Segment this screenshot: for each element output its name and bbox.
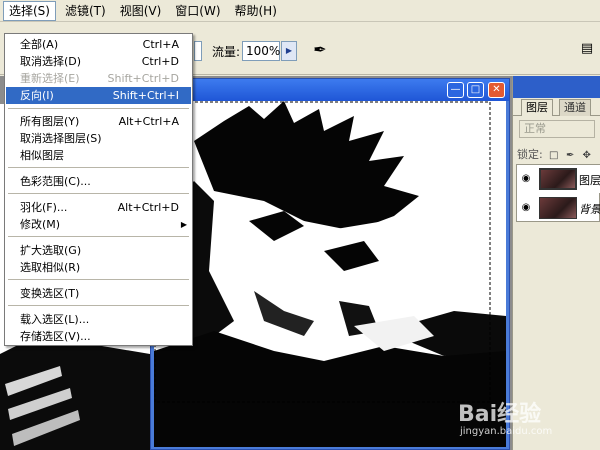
flow-dropdown-arrow-icon[interactable]: ▶	[281, 41, 297, 61]
lock-move-icon[interactable]: ✥	[581, 150, 592, 161]
select-menu-dropdown: 全部(A) Ctrl+A 取消选择(D) Ctrl+D 重新选择(E) Shift+C…	[4, 33, 193, 346]
image-canvas[interactable]	[154, 101, 506, 447]
menu-item-deselect[interactable]: 取消选择(D) Ctrl+D	[6, 53, 191, 70]
layers-list: ◉ 图层 ◉ 背景	[516, 164, 600, 222]
lock-transparency-icon[interactable]: □	[548, 150, 559, 161]
menu-window[interactable]: 窗口(W)	[170, 1, 225, 21]
document-title-bar[interactable]: — □ ✕	[151, 79, 509, 101]
lock-row: 锁定: □ ✒ ✥	[517, 146, 592, 162]
eye-icon[interactable]: ◉	[520, 173, 532, 185]
watermark: Bai经验 jingyan.baidu.com	[458, 396, 598, 446]
submenu-arrow-icon: ▶	[180, 220, 187, 229]
layer-name: 图层	[579, 174, 600, 187]
blend-mode-select[interactable]: 正常	[519, 120, 595, 138]
lock-label: 锁定:	[517, 148, 543, 161]
panel-tabs: 图层 通道	[513, 98, 600, 116]
menu-item-reselect: 重新选择(E) Shift+Ctrl+D	[20, 72, 179, 85]
menu-separator	[8, 167, 189, 168]
opacity-field[interactable]	[194, 41, 202, 61]
menu-separator	[8, 108, 189, 109]
menu-item-similar[interactable]: 选取相似(R)	[6, 259, 191, 276]
layer-row[interactable]: ◉ 图层	[517, 165, 600, 193]
flow-input[interactable]: 100%	[242, 41, 280, 61]
menu-bar: 选择(S) 滤镜(T) 视图(V) 窗口(W) 帮助(H)	[0, 0, 600, 22]
menu-item-similar-layers[interactable]: 相似图层	[6, 147, 191, 164]
menu-filter[interactable]: 滤镜(T)	[60, 1, 111, 21]
flow-label: 流量:	[212, 45, 241, 59]
menu-view[interactable]: 视图(V)	[115, 1, 167, 21]
watermark-url: jingyan.baidu.com	[460, 426, 553, 437]
menu-item-grow[interactable]: 扩大选取(G)	[6, 242, 191, 259]
minimize-icon[interactable]: —	[447, 82, 464, 98]
menu-item-transform-selection[interactable]: 变换选区(T)	[6, 285, 191, 302]
document-window: — □ ✕	[150, 78, 510, 450]
tab-channels[interactable]: 通道	[559, 99, 591, 116]
menu-separator	[8, 305, 189, 306]
menu-separator	[8, 279, 189, 280]
menu-item-inverse[interactable]: 反向(I) Shift+Ctrl+I	[6, 87, 191, 104]
menu-select[interactable]: 选择(S)	[3, 0, 56, 21]
menu-item-save-selection[interactable]: 存储选区(V)...	[6, 328, 191, 345]
layer-thumbnail	[539, 197, 577, 219]
watermark-brand: Bai经验	[458, 402, 542, 427]
airbrush-icon[interactable]: ✒	[307, 37, 333, 63]
layer-row[interactable]: ◉ 背景	[517, 194, 600, 222]
eye-icon[interactable]: ◉	[520, 202, 532, 214]
layer-thumbnail	[539, 168, 577, 190]
menu-item-load-selection[interactable]: 载入选区(L)...	[6, 311, 191, 328]
layer-name: 背景	[579, 203, 600, 216]
layers-panel: 图层 通道 正常 锁定: □ ✒ ✥ ◉ 图层 ◉ 背景	[512, 76, 600, 450]
menu-item-deselect-layers[interactable]: 取消选择图层(S)	[6, 130, 191, 147]
menu-item-color-range[interactable]: 色彩范围(C)...	[6, 173, 191, 190]
palette-well-icon[interactable]: ▤	[578, 39, 596, 59]
close-icon[interactable]: ✕	[488, 82, 505, 98]
menu-help[interactable]: 帮助(H)	[230, 1, 282, 21]
maximize-icon[interactable]: □	[467, 82, 484, 98]
menu-item-all-layers[interactable]: 所有图层(Y) Alt+Ctrl+A	[6, 113, 191, 130]
menu-item-modify[interactable]: 修改(M) ▶	[6, 216, 191, 233]
menu-item-select-all[interactable]: 全部(A) Ctrl+A	[6, 36, 191, 53]
panel-title-bar[interactable]	[513, 76, 600, 98]
lock-brush-icon[interactable]: ✒	[565, 150, 576, 161]
menu-separator	[8, 236, 189, 237]
menu-item-feather[interactable]: 羽化(F)... Alt+Ctrl+D	[6, 199, 191, 216]
tab-layers[interactable]: 图层	[521, 99, 553, 116]
menu-separator	[8, 193, 189, 194]
